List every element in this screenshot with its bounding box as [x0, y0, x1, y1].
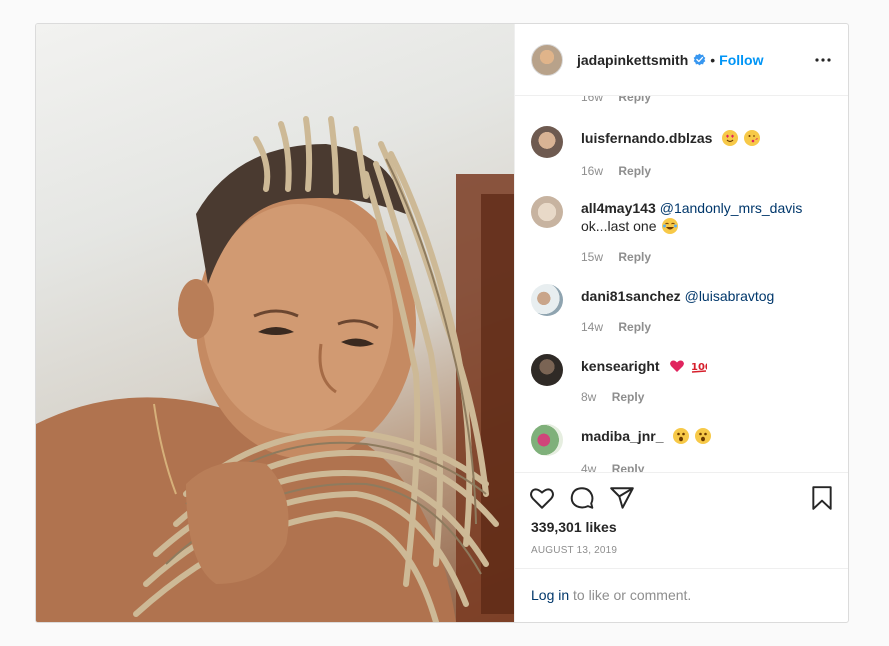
comment-mention[interactable]: @luisabravtog	[685, 288, 775, 304]
comment-text: luisfernando.dblzas	[581, 129, 831, 147]
astonished-emoji	[673, 428, 690, 444]
post-photo[interactable]	[36, 24, 514, 622]
comment-username[interactable]: madiba_jnr_	[581, 428, 663, 444]
laughing-tears-emoji	[662, 218, 679, 234]
comment-username[interactable]: kensearight	[581, 358, 660, 374]
comment-text: dani81sanchez @luisabravtog	[581, 287, 831, 305]
comment-meta: 8w Reply	[581, 390, 656, 404]
post-sidebar: jadapinkettsmith • Follow 16w Reply luis…	[514, 24, 848, 622]
comment-text: madiba_jnr_	[581, 427, 831, 445]
reply-button[interactable]: Reply	[612, 390, 645, 404]
comment-text: kensearight 100	[581, 357, 831, 375]
selfie-with-braids-image	[36, 116, 514, 622]
more-options-icon[interactable]	[813, 50, 833, 70]
hundred-points-emoji: 100	[691, 358, 707, 374]
commenter-avatar[interactable]	[531, 354, 563, 386]
red-heart-emoji	[669, 358, 685, 374]
author-username[interactable]: jadapinkettsmith	[577, 52, 688, 68]
commenter-avatar[interactable]	[531, 424, 563, 456]
commenter-avatar[interactable]	[531, 196, 563, 228]
comment-meta: 14w Reply	[581, 320, 663, 334]
post-date[interactable]: August 13, 2019	[531, 545, 617, 556]
verified-badge-icon	[693, 53, 706, 66]
comment-time: 15w	[581, 250, 604, 264]
commenter-avatar[interactable]	[531, 284, 563, 316]
bookmark-icon[interactable]	[809, 485, 835, 511]
likes-count[interactable]: 339,301 likes	[531, 519, 617, 535]
comment-message: ok...last one	[581, 218, 657, 234]
comment-meta: 15w Reply	[581, 250, 663, 264]
kissing-emoji	[744, 130, 761, 146]
post-actions: 339,301 likes August 13, 2019 Log in to …	[515, 472, 848, 622]
post-header: jadapinkettsmith • Follow	[515, 24, 848, 96]
login-prompt: Log in to like or comment.	[515, 568, 848, 622]
reply-button[interactable]: Reply	[612, 462, 645, 472]
comment-time: 8w	[581, 390, 597, 404]
comments-list[interactable]: 16w Reply luisfernando.dblzas 16w Reply …	[515, 96, 848, 472]
comment-time: 16w	[581, 96, 604, 104]
comment-username[interactable]: dani81sanchez	[581, 288, 681, 304]
comment-time: 14w	[581, 320, 604, 334]
reply-button[interactable]: Reply	[618, 320, 651, 334]
reply-button[interactable]: Reply	[618, 164, 651, 178]
comment-meta: 4w Reply	[581, 462, 656, 472]
header-separator: •	[710, 51, 716, 68]
author-avatar[interactable]	[531, 43, 563, 76]
comment-text: all4may143 @1andonly_mrs_davis ok...last …	[581, 199, 831, 235]
heart-eyes-emoji	[722, 130, 739, 146]
comment-username[interactable]: all4may143	[581, 200, 656, 216]
commenter-avatar[interactable]	[531, 126, 563, 158]
reply-button[interactable]: Reply	[618, 250, 651, 264]
login-link[interactable]: Log in	[531, 587, 569, 603]
login-prompt-text: to like or comment.	[569, 587, 692, 603]
astonished-emoji	[695, 428, 712, 444]
comment-username[interactable]: luisfernando.dblzas	[581, 130, 712, 146]
comment-mention[interactable]: @1andonly_mrs_davis	[660, 200, 803, 216]
comment-icon[interactable]	[569, 485, 595, 511]
follow-button[interactable]: Follow	[719, 52, 763, 68]
heart-icon[interactable]	[529, 485, 555, 511]
share-icon[interactable]	[609, 485, 635, 511]
comment-meta: 16w Reply	[581, 164, 663, 178]
instagram-post: jadapinkettsmith • Follow 16w Reply luis…	[35, 23, 849, 623]
comment-time: 4w	[581, 462, 597, 472]
partial-comment-meta: 16w Reply	[581, 96, 663, 104]
comment-time: 16w	[581, 164, 604, 178]
reply-button[interactable]: Reply	[618, 96, 651, 104]
